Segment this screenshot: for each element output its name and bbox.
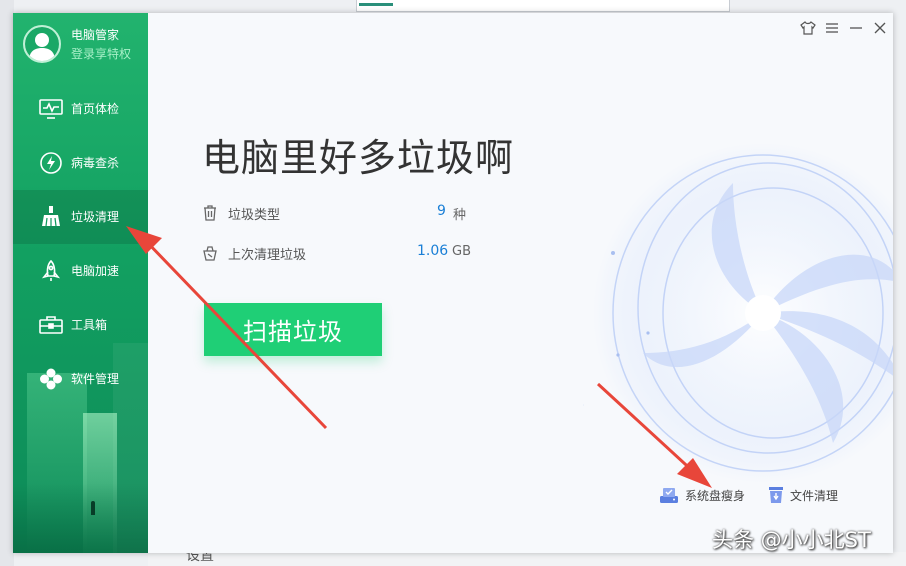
scan-junk-button[interactable]: 扫描垃圾 bbox=[204, 303, 382, 356]
decorative-sphere bbox=[583, 143, 893, 483]
sidebar-item-label: 垃圾清理 bbox=[71, 210, 120, 224]
sidebar-item-label: 首页体检 bbox=[71, 102, 120, 116]
stat-value: 1.06 bbox=[417, 243, 449, 259]
avatar[interactable] bbox=[23, 25, 61, 63]
person-silhouette-icon bbox=[91, 501, 95, 515]
stat-last-cleaned: 上次清理垃圾 1.06 GB bbox=[202, 243, 482, 263]
window-controls bbox=[799, 19, 889, 37]
toolbox-icon bbox=[39, 314, 63, 336]
sidebar-item-label: 病毒查杀 bbox=[71, 156, 120, 170]
user-name: 电脑管家 bbox=[71, 28, 120, 42]
broom-icon bbox=[39, 206, 63, 228]
sidebar-item-label: 软件管理 bbox=[71, 372, 120, 386]
background-desktop-left bbox=[0, 0, 14, 566]
trash-icon bbox=[202, 205, 218, 221]
clover-icon bbox=[39, 368, 63, 390]
sidebar-item-virus-scan[interactable]: 病毒查杀 bbox=[13, 136, 148, 190]
sidebar-item-junk-clean[interactable]: 垃圾清理 bbox=[13, 190, 148, 244]
login-privilege-link[interactable]: 登录享特权 bbox=[71, 45, 131, 62]
minimize-icon bbox=[850, 27, 862, 29]
monitor-icon bbox=[39, 98, 63, 120]
user-profile[interactable]: 电脑管家 登录享特权 bbox=[23, 25, 148, 65]
page-title: 电脑里好多垃圾啊 bbox=[202, 136, 515, 180]
menu-button[interactable] bbox=[823, 19, 841, 37]
sidebar-item-software[interactable]: 软件管理 bbox=[13, 352, 148, 406]
stat-label: 上次清理垃圾 bbox=[228, 248, 307, 263]
sidebar-item-toolbox[interactable]: 工具箱 bbox=[13, 298, 148, 352]
close-icon bbox=[874, 22, 886, 34]
skin-button[interactable] bbox=[799, 19, 817, 37]
system-disk-slim-link[interactable]: 系统盘瘦身 bbox=[659, 484, 745, 506]
bottom-link-label: 系统盘瘦身 bbox=[685, 488, 746, 503]
menu-icon bbox=[826, 23, 838, 33]
minimize-button[interactable] bbox=[847, 19, 865, 37]
sidebar-item-home-check[interactable]: 首页体检 bbox=[13, 82, 148, 136]
sidebar-item-speedup[interactable]: 电脑加速 bbox=[13, 244, 148, 298]
bin-icon bbox=[202, 245, 218, 261]
disk-icon bbox=[660, 488, 678, 503]
bottom-link-label: 文件清理 bbox=[790, 488, 839, 503]
stat-value: 9 bbox=[437, 203, 446, 219]
stat-unit: GB bbox=[452, 244, 471, 259]
stat-junk-types: 垃圾类型 9 种 bbox=[202, 203, 482, 223]
sidebar-item-label: 工具箱 bbox=[71, 318, 108, 332]
file-clean-link[interactable]: 文件清理 bbox=[768, 484, 838, 506]
sidebar-item-label: 电脑加速 bbox=[71, 264, 120, 278]
rocket-icon bbox=[39, 259, 63, 282]
close-button[interactable] bbox=[871, 19, 889, 37]
stat-label: 垃圾类型 bbox=[228, 208, 281, 223]
pc-manager-window: 电脑管家 登录享特权 首页体检 病毒查杀 垃圾清理 电脑加速 工具箱 软件管理 … bbox=[13, 13, 893, 553]
background-window-bottom bbox=[148, 552, 906, 566]
file-clean-icon bbox=[769, 487, 783, 503]
stat-unit: 种 bbox=[453, 208, 467, 223]
lightning-icon bbox=[39, 152, 63, 174]
background-window-fragment bbox=[356, 0, 730, 12]
skin-icon bbox=[800, 21, 816, 35]
sidebar: 电脑管家 登录享特权 首页体检 病毒查杀 垃圾清理 电脑加速 工具箱 软件管理 bbox=[13, 13, 148, 553]
watermark: 头条 @小小北ST bbox=[712, 528, 871, 552]
sidebar-nav: 首页体检 病毒查杀 垃圾清理 电脑加速 工具箱 软件管理 bbox=[13, 82, 148, 406]
